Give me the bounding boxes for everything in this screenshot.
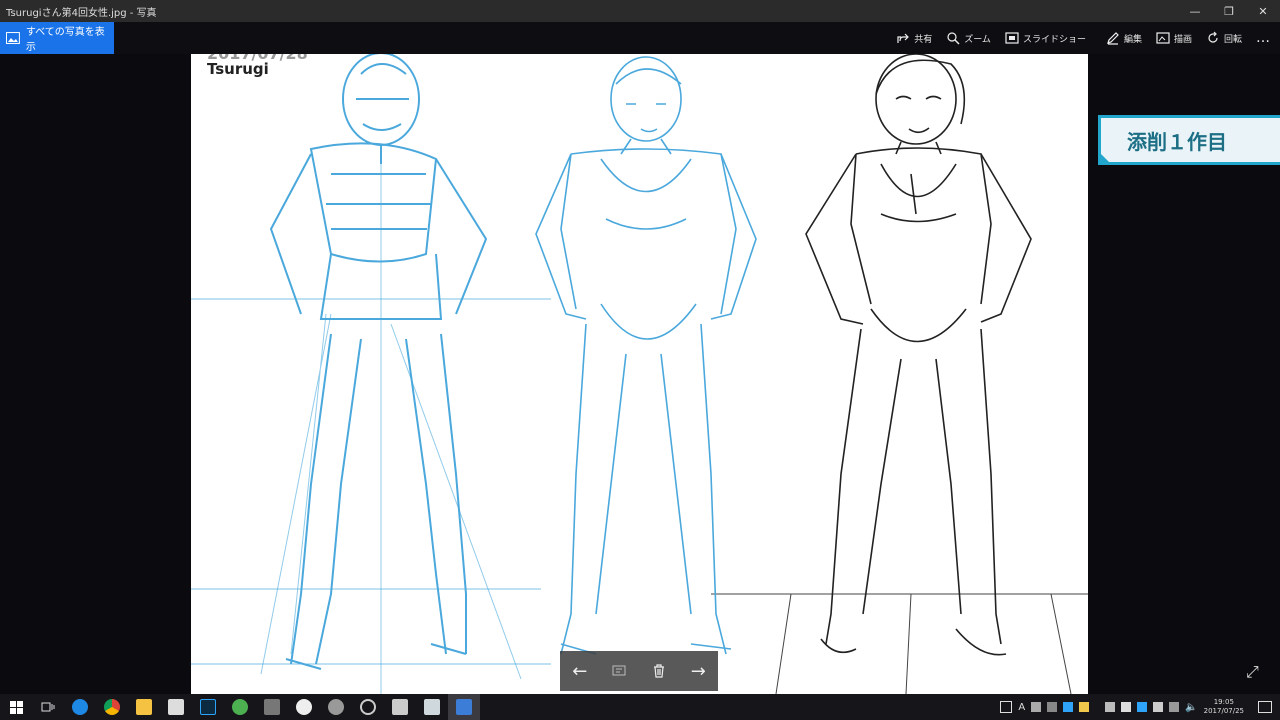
figure-construction <box>260 54 522 694</box>
arrow-right-icon: → <box>690 660 706 682</box>
system-tray: A 🔈 19:05 2017/07/25 <box>1000 694 1280 720</box>
tray-app-icon[interactable] <box>1105 702 1116 712</box>
taskbar-clock[interactable]: 19:05 2017/07/25 <box>1204 698 1244 716</box>
arrow-left-icon: ← <box>572 660 588 682</box>
taskbar-edge[interactable] <box>64 694 96 720</box>
tray-app-icon[interactable] <box>1063 702 1074 712</box>
taskbar-app-figure[interactable] <box>384 694 416 720</box>
folder-icon <box>136 699 152 715</box>
rotate-label: 回転 <box>1223 34 1242 45</box>
trash-icon <box>653 664 664 678</box>
rotate-button[interactable]: 回転 <box>1206 31 1242 45</box>
draw-button[interactable]: 描画 <box>1156 31 1192 45</box>
photos-icon <box>6 32 20 44</box>
app-icon <box>392 699 408 715</box>
windows-logo-icon <box>9 700 23 714</box>
close-button[interactable]: ✕ <box>1246 0 1280 22</box>
expand-icon[interactable]: ⤢ <box>1246 662 1266 682</box>
rotate-icon <box>1208 31 1218 43</box>
taskbar: A 🔈 19:05 2017/07/25 <box>0 694 1280 720</box>
store-icon <box>168 699 184 715</box>
window-titlebar: Tsurugiさん第4回女性.jpg - 写真 — ❐ ✕ <box>0 0 1280 22</box>
slideshow-button[interactable]: スライドショー <box>1005 31 1086 45</box>
edit-label: 編集 <box>1123 34 1142 45</box>
edit-button[interactable]: 編集 <box>1106 31 1142 45</box>
delete-button[interactable] <box>645 657 673 685</box>
previous-button[interactable]: ← <box>566 657 594 685</box>
taskbar-app-gray[interactable] <box>256 694 288 720</box>
figure-lineart <box>805 54 1032 656</box>
photo-nav-bar: ← → <box>560 651 718 691</box>
ime-indicator[interactable]: A <box>1018 702 1025 713</box>
info-panel-icon <box>612 665 626 676</box>
sketch-artwork <box>191 54 1088 694</box>
start-button[interactable] <box>0 694 32 720</box>
slideshow-icon <box>1005 32 1019 44</box>
volume-icon[interactable]: 🔈 <box>1185 702 1197 713</box>
show-all-photos-label: すべての写真を表示 <box>25 27 105 53</box>
floor-lines <box>711 593 1088 694</box>
viewer-toolbar: 共有 ズーム スライドショー 編集 描画 回転 … <box>896 22 1280 54</box>
app-icon <box>328 699 344 715</box>
app-icon <box>424 699 440 715</box>
zoom-label: ズーム <box>964 34 991 45</box>
chrome-icon <box>104 699 120 715</box>
taskbar-app-ring[interactable] <box>352 694 384 720</box>
share-icon <box>897 33 910 43</box>
window-title: Tsurugiさん第4回女性.jpg - 写真 <box>6 7 157 19</box>
taskbar-photoshop[interactable] <box>192 694 224 720</box>
edge-icon <box>72 699 88 715</box>
more-icon: … <box>1256 30 1270 46</box>
tray-app-icon[interactable] <box>1121 702 1132 712</box>
show-all-photos-button[interactable]: すべての写真を表示 <box>0 22 114 54</box>
clock-time: 19:05 <box>1213 698 1234 706</box>
taskbar-explorer[interactable] <box>128 694 160 720</box>
photoshop-icon <box>200 699 216 715</box>
taskbar-app-circle[interactable] <box>320 694 352 720</box>
share-button[interactable]: 共有 <box>896 31 932 45</box>
more-button[interactable]: … <box>1256 30 1270 46</box>
clock-date: 2017/07/25 <box>1203 707 1244 715</box>
maximize-button[interactable]: ❐ <box>1212 0 1246 22</box>
info-button[interactable] <box>605 657 633 685</box>
minimize-button[interactable]: — <box>1178 0 1212 22</box>
taskbar-app-window[interactable] <box>416 694 448 720</box>
tray-edit-icon[interactable] <box>1000 701 1013 713</box>
next-button[interactable]: → <box>684 657 712 685</box>
lesson-badge-text: 添削１作目 <box>1127 129 1227 154</box>
figure-sketch <box>535 56 757 655</box>
edit-icon <box>1107 32 1119 45</box>
taskbar-store[interactable] <box>160 694 192 720</box>
slideshow-label: スライドショー <box>1022 34 1086 45</box>
taskbar-app-white[interactable] <box>288 694 320 720</box>
tray-app-icon[interactable] <box>1079 702 1090 712</box>
app-icon <box>360 699 376 715</box>
zoom-button[interactable]: ズーム <box>946 31 991 45</box>
draw-label: 描画 <box>1173 34 1192 45</box>
app-icon <box>296 699 312 715</box>
taskbar-chrome[interactable] <box>96 694 128 720</box>
photos-app-icon <box>456 699 472 715</box>
taskbar-photos[interactable] <box>448 694 480 720</box>
draw-icon <box>1156 32 1170 44</box>
tray-app-icon[interactable] <box>1169 702 1180 712</box>
tray-app-icon[interactable] <box>1137 702 1148 712</box>
tray-app-icon[interactable] <box>1031 702 1042 712</box>
notifications-icon[interactable] <box>1258 701 1272 713</box>
zoom-icon <box>947 32 960 45</box>
task-view-icon <box>41 702 55 712</box>
share-label: 共有 <box>914 34 933 45</box>
taskbar-app-green[interactable] <box>224 694 256 720</box>
app-icon <box>264 699 280 715</box>
photo-viewer[interactable]: 2017/07/28 Tsurugi <box>191 54 1088 694</box>
app-icon <box>232 699 248 715</box>
tray-app-icon[interactable] <box>1153 702 1164 712</box>
task-view-button[interactable] <box>32 694 64 720</box>
lesson-badge: 添削１作目 <box>1098 115 1280 165</box>
tray-app-icon[interactable] <box>1047 702 1058 712</box>
